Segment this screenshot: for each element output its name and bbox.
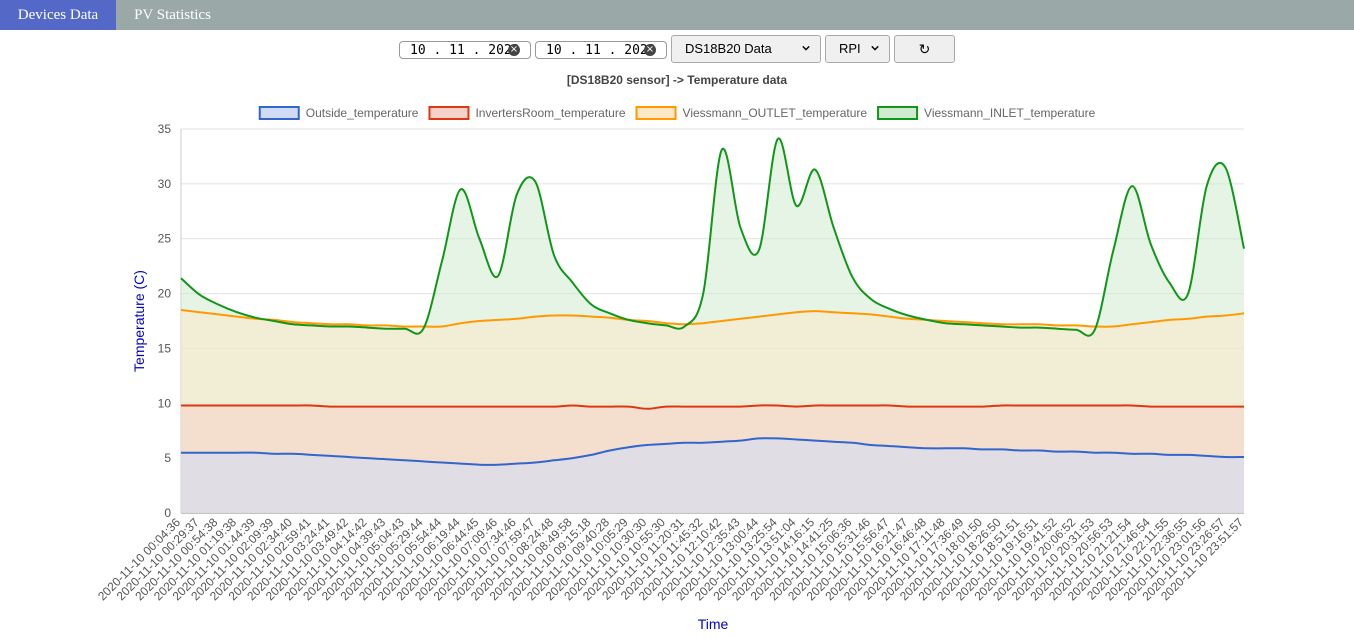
legend-swatch: [428, 106, 470, 120]
refresh-button[interactable]: ↻: [894, 35, 955, 63]
chevron-down-icon: [802, 45, 810, 51]
sensor-select[interactable]: DS18B20 Data: [671, 35, 821, 63]
temperature-chart: [DS18B20 sensor] -> Temperature data Out…: [95, 73, 1246, 632]
y-tick-label: 5: [164, 451, 171, 465]
y-axis-ticks: 05101520253035: [158, 122, 172, 520]
controls-bar: 10 . 11 . 2020 × 10 . 11 . 2020 × DS18B2…: [0, 35, 1354, 63]
clear-date-from-icon[interactable]: ×: [508, 44, 520, 56]
y-tick-label: 10: [158, 396, 172, 410]
x-axis-label: Time: [698, 616, 729, 632]
y-tick-label: 25: [158, 232, 172, 246]
date-to-field[interactable]: 10 . 11 . 2020 ×: [535, 41, 667, 59]
chart-legend: Outside_temperature InvertersRoom_tempera…: [258, 106, 1096, 120]
legend-label: Viessmann_OUTLET_temperature: [683, 106, 868, 120]
legend-label: Viessmann_INLET_temperature: [924, 106, 1096, 120]
refresh-icon: ↻: [918, 41, 931, 57]
date-from-field[interactable]: 10 . 11 . 2020 ×: [399, 41, 531, 59]
device-select[interactable]: RPI: [825, 35, 890, 63]
legend-label: Outside_temperature: [306, 106, 419, 120]
clear-date-to-icon[interactable]: ×: [644, 44, 656, 56]
legend-item-InvertersRoom_temperature[interactable]: InvertersRoom_temperature: [428, 106, 626, 120]
legend-swatch: [877, 106, 919, 120]
sensor-select-value: DS18B20 Data: [685, 41, 772, 56]
top-nav: Devices Data PV Statistics: [0, 0, 1354, 30]
device-select-value: RPI: [839, 41, 861, 56]
x-axis-ticks: 2020-11-10 00:04:362020-11-10 00:29:3720…: [95, 515, 1246, 603]
chart-title: [DS18B20 sensor] -> Temperature data: [567, 73, 788, 87]
tab-pv-statistics[interactable]: PV Statistics: [116, 0, 229, 30]
y-tick-label: 30: [158, 177, 172, 191]
y-tick-label: 35: [158, 122, 172, 136]
date-from-value: 10 . 11 . 2020: [410, 43, 520, 58]
legend-swatch: [635, 106, 677, 120]
date-to-value: 10 . 11 . 2020: [546, 43, 656, 58]
y-axis-label: Temperature (C): [131, 270, 147, 372]
tab-devices-data[interactable]: Devices Data: [0, 0, 116, 30]
y-tick-label: 15: [158, 341, 172, 355]
legend-swatch: [258, 106, 300, 120]
legend-item-Outside_temperature[interactable]: Outside_temperature: [258, 106, 419, 120]
y-tick-label: 20: [158, 287, 172, 301]
chevron-down-icon: [871, 45, 879, 51]
legend-item-Viessmann_INLET_temperature[interactable]: Viessmann_INLET_temperature: [877, 106, 1096, 120]
legend-label: InvertersRoom_temperature: [475, 106, 625, 120]
legend-item-Viessmann_OUTLET_temperature[interactable]: Viessmann_OUTLET_temperature: [635, 106, 868, 120]
